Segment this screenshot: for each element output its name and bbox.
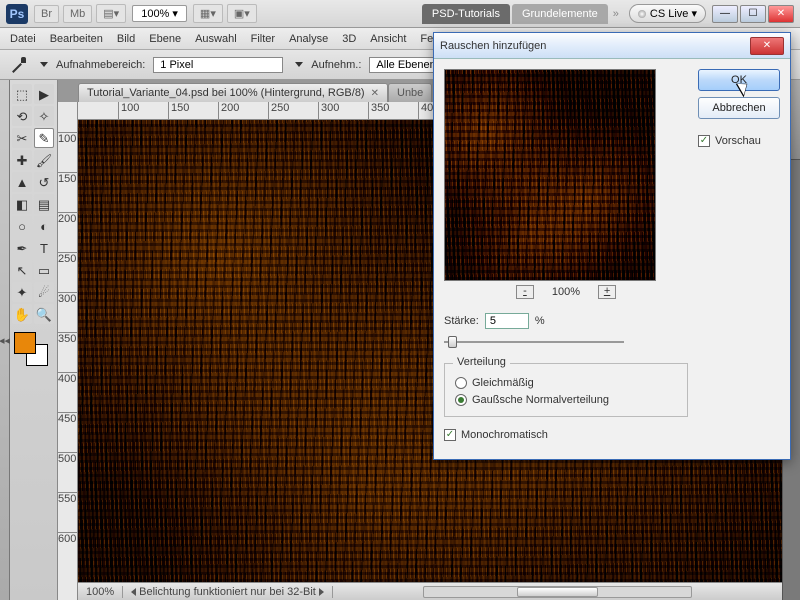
document-tab-2[interactable]: Unbe: [388, 83, 432, 102]
menu-auswahl[interactable]: Auswahl: [195, 33, 237, 45]
document-tab-active[interactable]: Tutorial_Variante_04.psd bei 100% (Hinte…: [78, 83, 388, 102]
distribution-legend: Verteilung: [453, 356, 510, 368]
checkbox-checked-icon[interactable]: ✓: [698, 135, 710, 147]
brush-tool-icon[interactable]: 🖌: [34, 150, 54, 170]
crop-tool-icon[interactable]: ✂: [12, 128, 32, 148]
window-maximize-button[interactable]: ☐: [740, 5, 766, 23]
strength-input[interactable]: [485, 313, 529, 329]
workspace-tab-grundelemente[interactable]: Grundelemente: [512, 4, 608, 24]
zoom-out-button[interactable]: -: [516, 285, 534, 299]
path-select-tool-icon[interactable]: ↖: [12, 260, 32, 280]
status-message: Belichtung funktioniert nur bei 32-Bit: [123, 586, 333, 598]
history-brush-tool-icon[interactable]: ↺: [34, 172, 54, 192]
dialog-close-button[interactable]: ✕: [750, 37, 784, 55]
3d-camera-tool-icon[interactable]: ☄: [34, 282, 54, 302]
menu-filter[interactable]: Filter: [251, 33, 275, 45]
toolbox: ⬚▶ ⟲✧ ✂✎ ✚🖌 ▲↺ ◧▤ ○◐ ✒T ↖▭ ✦☄ ✋🔍: [10, 80, 58, 600]
monochrome-checkbox-row[interactable]: ✓ Monochromatisch: [444, 429, 688, 441]
workspace-overflow-icon[interactable]: »: [609, 8, 623, 20]
minibridge-button[interactable]: Mb: [63, 5, 92, 23]
pen-tool-icon[interactable]: ✒: [12, 238, 32, 258]
menu-ebene[interactable]: Ebene: [149, 33, 181, 45]
3d-tool-icon[interactable]: ✦: [12, 282, 32, 302]
vertical-ruler: 100 150 200 250 300 350 400 450 500 550 …: [58, 102, 78, 600]
menu-analyse[interactable]: Analyse: [289, 33, 328, 45]
eyedropper-tool-icon[interactable]: ✎: [34, 128, 54, 148]
ok-button[interactable]: OK: [698, 69, 780, 91]
eraser-tool-icon[interactable]: ◧: [12, 194, 32, 214]
dodge-tool-icon[interactable]: ◐: [34, 216, 54, 236]
shape-tool-icon[interactable]: ▭: [34, 260, 54, 280]
toolbox-collapse-handle[interactable]: ◂◂: [0, 80, 10, 600]
status-zoom[interactable]: 100%: [78, 586, 123, 598]
tool-preset-dropdown-icon[interactable]: [40, 62, 48, 67]
photoshop-logo-icon: Ps: [6, 4, 28, 24]
horizontal-scrollbar[interactable]: [333, 586, 782, 598]
zoom-level-select[interactable]: 100% ▾: [132, 5, 187, 22]
sample-layers-label: Aufnehm.:: [311, 59, 361, 71]
caret-down-icon[interactable]: [295, 62, 303, 67]
radio-checked-icon[interactable]: [455, 394, 467, 406]
window-close-button[interactable]: ✕: [768, 5, 794, 23]
lasso-tool-icon[interactable]: ⟲: [12, 106, 32, 126]
cancel-button[interactable]: Abbrechen: [698, 97, 780, 119]
menu-ansicht[interactable]: Ansicht: [370, 33, 406, 45]
distribution-group: Verteilung Gleichmäßig Gaußsche Normalve…: [444, 363, 688, 417]
triangle-right-icon[interactable]: [319, 588, 324, 596]
cs-live-button[interactable]: CS Live ▾: [629, 4, 706, 23]
close-tab-icon[interactable]: ✕: [371, 88, 379, 99]
sample-size-label: Aufnahmebereich:: [56, 59, 145, 71]
percent-label: %: [535, 315, 545, 327]
preview-zoom-level: 100%: [552, 286, 580, 298]
gradient-tool-icon[interactable]: ▤: [34, 194, 54, 214]
radio-gaussian[interactable]: Gaußsche Normalverteilung: [455, 394, 677, 406]
foreground-color-swatch[interactable]: [14, 332, 36, 354]
noise-preview[interactable]: [444, 69, 656, 281]
window-minimize-button[interactable]: —: [712, 5, 738, 23]
blur-tool-icon[interactable]: ○: [12, 216, 32, 236]
menu-bearbeiten[interactable]: Bearbeiten: [50, 33, 103, 45]
move-tool-icon[interactable]: ⬚: [12, 84, 32, 104]
preview-checkbox-row[interactable]: ✓ Vorschau: [698, 135, 780, 147]
radio-icon[interactable]: [455, 377, 467, 389]
app-titlebar: Ps Br Mb ▤▾ 100% ▾ ▦▾ ▣▾ PSD-Tutorials G…: [0, 0, 800, 28]
hand-tool-icon[interactable]: ✋: [12, 304, 32, 324]
add-noise-dialog: Rauschen hinzufügen ✕ - 100% + Stärke: %…: [433, 32, 791, 460]
arrange-documents-button[interactable]: ▦▾: [193, 4, 223, 23]
type-tool-icon[interactable]: T: [34, 238, 54, 258]
stamp-tool-icon[interactable]: ▲: [12, 172, 32, 192]
marquee-tool-icon[interactable]: ▶: [34, 84, 54, 104]
menu-datei[interactable]: Datei: [10, 33, 36, 45]
zoom-tool-icon[interactable]: 🔍: [34, 304, 54, 324]
healing-tool-icon[interactable]: ✚: [12, 150, 32, 170]
status-bar: 100% Belichtung funktioniert nur bei 32-…: [78, 582, 782, 600]
menu-bild[interactable]: Bild: [117, 33, 135, 45]
radio-uniform[interactable]: Gleichmäßig: [455, 377, 677, 389]
workspace-tab-psdtutorials[interactable]: PSD-Tutorials: [422, 4, 510, 24]
cs-live-status-icon: [638, 10, 646, 18]
strength-slider[interactable]: [444, 335, 624, 349]
dialog-title: Rauschen hinzufügen: [440, 40, 546, 52]
checkbox-checked-icon[interactable]: ✓: [444, 429, 456, 441]
color-swatches[interactable]: [12, 332, 55, 366]
menu-3d[interactable]: 3D: [342, 33, 356, 45]
view-extras-button[interactable]: ▤▾: [96, 4, 126, 23]
dialog-titlebar[interactable]: Rauschen hinzufügen ✕: [434, 33, 790, 59]
strength-label: Stärke:: [444, 315, 479, 327]
screen-mode-button[interactable]: ▣▾: [227, 4, 257, 23]
magic-wand-tool-icon[interactable]: ✧: [34, 106, 54, 126]
sample-size-select[interactable]: 1 Pixel: [153, 57, 283, 73]
triangle-left-icon[interactable]: [131, 588, 136, 596]
zoom-in-button[interactable]: +: [598, 285, 616, 299]
bridge-button[interactable]: Br: [34, 5, 59, 23]
eyedropper-tool-icon[interactable]: [8, 55, 28, 75]
